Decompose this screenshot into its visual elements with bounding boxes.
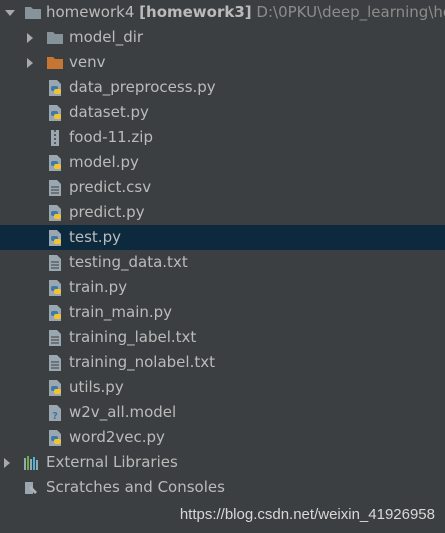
tree-row-file[interactable]: utils.py (0, 375, 445, 400)
tree-row-file[interactable]: train_main.py (0, 300, 445, 325)
python-file-icon (49, 380, 61, 396)
text-file-icon (49, 330, 61, 346)
project-module: [homework3] (139, 3, 252, 21)
chevron-right-icon[interactable] (24, 25, 36, 50)
tree-row-scratches[interactable]: Scratches and Consoles (0, 475, 445, 500)
chevron-right-icon[interactable] (24, 50, 36, 75)
tree-row-file[interactable]: word2vec.py (0, 425, 445, 450)
chevron-down-icon[interactable] (4, 0, 16, 25)
svg-text:?: ? (52, 411, 58, 422)
python-file-icon (49, 205, 61, 221)
tree-row-project-root[interactable]: homework4 [homework3] D:\0PKU\deep_learn… (0, 0, 445, 25)
tree-item-label: dataset.py (69, 103, 149, 121)
archive-file-icon (51, 130, 59, 146)
project-name: homework4 (46, 3, 135, 21)
tree-item-label: External Libraries (46, 453, 178, 471)
python-file-icon (49, 105, 61, 121)
tree-item-label: model_dir (69, 28, 144, 46)
folder-icon (47, 32, 63, 44)
tree-row-venv[interactable]: venv (0, 50, 445, 75)
tree-row-file[interactable]: model.py (0, 150, 445, 175)
tree-item-label: venv (69, 53, 106, 71)
tree-row-file[interactable]: train.py (0, 275, 445, 300)
tree-item-label: food-11.zip (69, 128, 153, 146)
tree-item-label: utils.py (69, 378, 124, 396)
tree-row-file-selected[interactable]: test.py (0, 225, 445, 250)
tree-row-file[interactable]: training_label.txt (0, 325, 445, 350)
tree-item-label: train_main.py (69, 303, 173, 321)
python-file-icon (49, 430, 61, 446)
tree-row-file[interactable]: food-11.zip (0, 125, 445, 150)
python-file-icon (49, 230, 61, 246)
folder-icon (25, 7, 41, 19)
tree-item-label: predict.csv (69, 178, 152, 196)
tree-row-file[interactable]: ? w2v_all.model (0, 400, 445, 425)
tree-item-label: model.py (69, 153, 139, 171)
tree-row-file[interactable]: predict.py (0, 200, 445, 225)
tree-row-file[interactable]: testing_data.txt (0, 250, 445, 275)
tree-item-label: training_label.txt (69, 328, 197, 346)
python-file-icon (49, 80, 61, 96)
python-file-icon (49, 305, 61, 321)
tree-row-file[interactable]: training_nolabel.txt (0, 350, 445, 375)
watermark-text: https://blog.csdn.net/weixin_41926958 (179, 506, 435, 523)
text-file-icon (49, 355, 61, 371)
text-file-icon (49, 255, 61, 271)
text-file-icon (49, 180, 61, 196)
excluded-folder-icon (47, 57, 63, 69)
python-file-icon (49, 155, 61, 171)
tree-row-file[interactable]: predict.csv (0, 175, 445, 200)
project-path: D:\0PKU\deep_learning\ho (256, 3, 445, 21)
python-file-icon (49, 280, 61, 296)
tree-item-label: w2v_all.model (69, 403, 177, 421)
tree-item-label: predict.py (69, 203, 145, 221)
project-tree: homework4 [homework3] D:\0PKU\deep_learn… (0, 0, 445, 500)
tree-item-label: word2vec.py (69, 428, 165, 446)
tree-row-external-libraries[interactable]: External Libraries (0, 450, 445, 475)
scratches-icon (25, 482, 37, 494)
tree-item-label: testing_data.txt (69, 253, 188, 271)
tree-item-label: test.py (69, 228, 121, 246)
library-icon (24, 456, 38, 470)
chevron-right-icon[interactable] (1, 450, 13, 475)
unknown-file-icon: ? (49, 405, 61, 422)
tree-row-file[interactable]: data_preprocess.py (0, 75, 445, 100)
tree-item-label: train.py (69, 278, 128, 296)
tree-item-label: Scratches and Consoles (46, 478, 225, 496)
tree-row-model-dir[interactable]: model_dir (0, 25, 445, 50)
tree-item-label: data_preprocess.py (69, 78, 216, 96)
tree-row-file[interactable]: dataset.py (0, 100, 445, 125)
tree-item-label: training_nolabel.txt (69, 353, 215, 371)
